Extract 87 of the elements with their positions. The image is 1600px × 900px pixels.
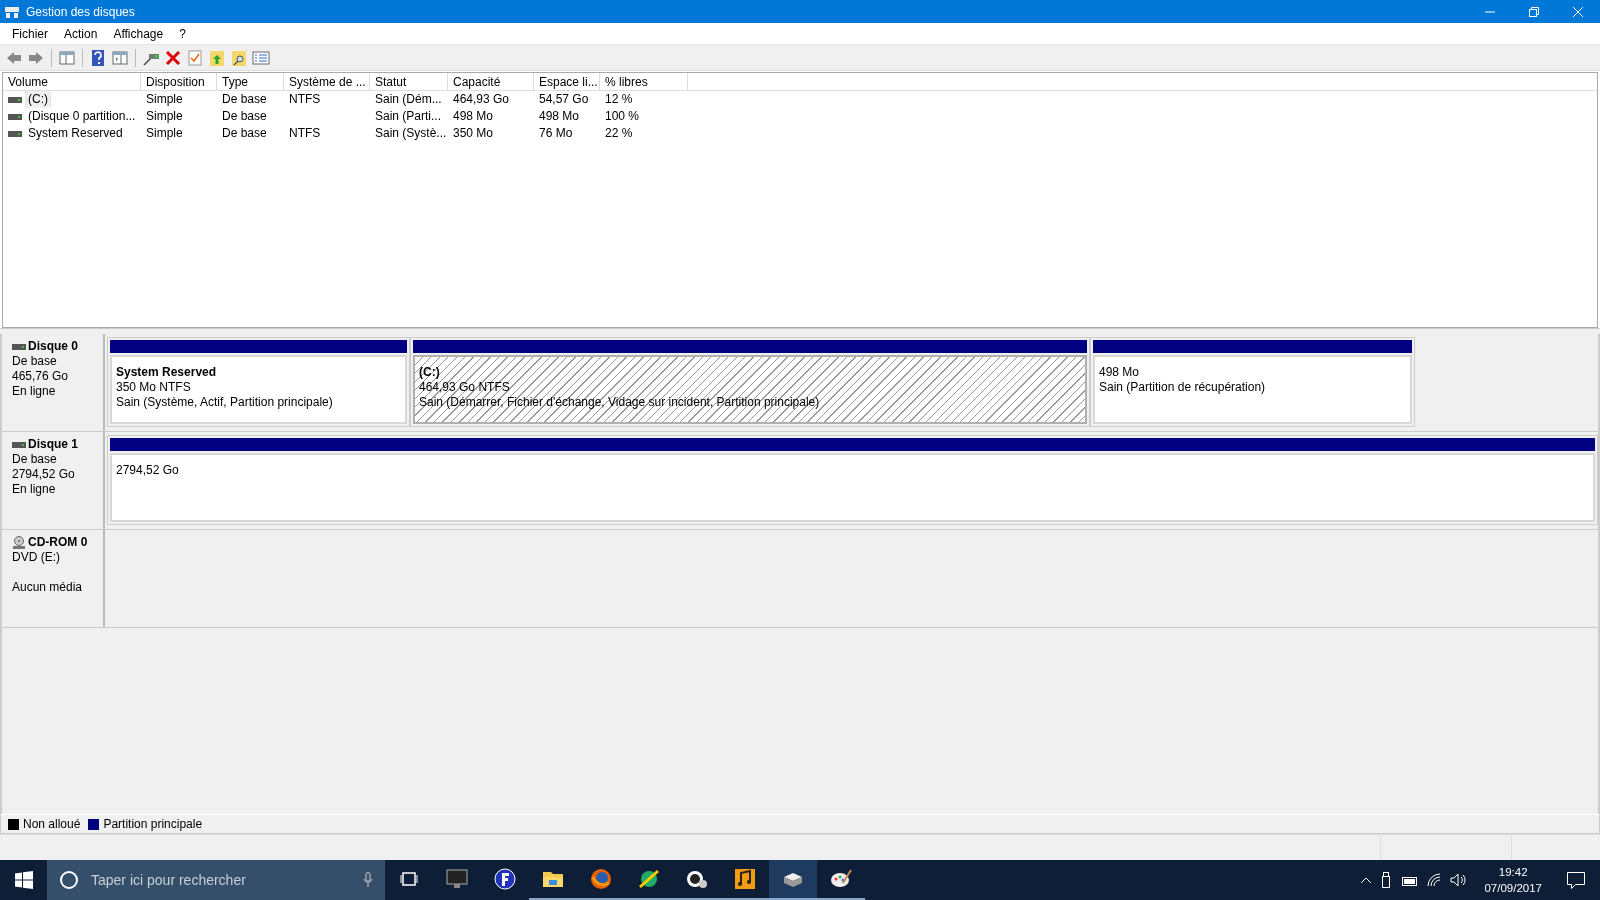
- disk-info: DVD (E:): [12, 550, 60, 564]
- circle-icon: [59, 870, 79, 890]
- disk-info: Aucun média: [12, 580, 83, 594]
- table-cell: De base: [222, 108, 267, 125]
- table-cell: 22 %: [605, 125, 633, 142]
- table-cell: Sain (Parti...: [375, 108, 442, 125]
- windows-logo-icon[interactable]: [14, 871, 33, 889]
- partition-title: (C:): [419, 365, 441, 380]
- table-cell: Simple: [146, 108, 183, 125]
- table-cell: 76 Mo: [539, 125, 573, 142]
- folder-up-icon[interactable]: [208, 48, 226, 67]
- partition-block[interactable]: (C:) 464,93 Go NTFS Sain (Démarrer, Fichier d'échange, Vidage sur incident, Partition principale): [410, 337, 1090, 427]
- window-title: Gestion des disques: [26, 4, 136, 19]
- partition-info: Sain (Partition de récupération): [1099, 380, 1267, 395]
- chevron-up-icon[interactable]: [1360, 876, 1373, 884]
- usb-drive-icon[interactable]: [1380, 872, 1393, 888]
- disk-name: Disque 0: [28, 339, 78, 354]
- menu-item[interactable]: Affichage: [105, 26, 172, 41]
- browser-icon: [589, 867, 613, 891]
- clock[interactable]: 19:42 07/09/2017: [1476, 864, 1550, 896]
- partition-title: System Reserved: [116, 365, 218, 380]
- partition-block[interactable]: 2794,52 Go: [107, 435, 1598, 525]
- table-cell: Simple: [146, 125, 183, 142]
- table-cell: 12 %: [605, 91, 633, 108]
- disk-info: 2794,52 Go: [12, 467, 75, 481]
- drive-label[interactable]: System Reserved: [26, 125, 125, 142]
- speaker-icon[interactable]: [1450, 873, 1469, 887]
- partition-block[interactable]: 498 Mo Sain (Partition de récupération): [1090, 337, 1415, 427]
- wifi-icon[interactable]: [1426, 873, 1443, 887]
- menu-item[interactable]: ?: [171, 26, 194, 41]
- table-cell: 498 Mo: [453, 108, 494, 125]
- table-cell: 498 Mo: [539, 108, 580, 125]
- microphone-icon[interactable]: [363, 872, 373, 888]
- table-cell: Sain (Systè...: [375, 125, 447, 142]
- checklist-icon[interactable]: [186, 48, 204, 67]
- search-field[interactable]: Taper ici pour rechercher: [89, 871, 353, 889]
- table-cell: NTFS: [289, 91, 321, 108]
- globe-icon: [637, 867, 661, 891]
- table-cell: 54,57 Go: [539, 91, 589, 108]
- table-cell: 464,93 Go: [453, 91, 510, 108]
- partition-block[interactable]: System Reserved 350 Mo NTFS Sain (Système, Actif, Partition principale): [107, 337, 410, 427]
- task-view-icon[interactable]: [400, 871, 418, 887]
- partition-info: 498 Mo: [1099, 365, 1141, 380]
- table-cell: NTFS: [289, 125, 321, 142]
- hard-drive-icon: [12, 343, 26, 350]
- disk-info: En ligne: [12, 384, 56, 398]
- menu-item[interactable]: Fichier: [4, 26, 56, 41]
- search-box[interactable]: Taper ici pour rechercher: [47, 860, 385, 900]
- music-icon: [733, 867, 757, 891]
- hard-drive-icon: [8, 130, 22, 137]
- monitor-icon: [445, 867, 469, 891]
- cd-drive-icon: [12, 535, 26, 550]
- drive-label[interactable]: (C:): [26, 91, 50, 108]
- hard-drive-icon: [8, 113, 22, 120]
- partition-info: Sain (Démarrer, Fichier d'échange, Vidage sur incident, Partition principale): [419, 395, 821, 410]
- disk-info: 465,76 Go: [12, 369, 69, 383]
- legend-label: Non alloué: [23, 817, 81, 831]
- disk-name: CD-ROM 0: [28, 535, 88, 550]
- close-icon[interactable]: [1573, 6, 1583, 17]
- menu-item[interactable]: Action: [56, 26, 106, 41]
- delete-icon[interactable]: [164, 48, 182, 67]
- table-cell: Sain (Dém...: [375, 91, 442, 108]
- partition-info: 464,93 Go NTFS: [419, 380, 511, 395]
- letter-circle-icon: [493, 867, 517, 891]
- drive-label[interactable]: (Disque 0 partition...: [26, 108, 138, 125]
- taskbar-app[interactable]: [769, 860, 817, 900]
- partition-info: Sain (Système, Actif, Partition principale): [116, 395, 334, 410]
- table-cell: 350 Mo: [453, 125, 494, 142]
- table-cell: Simple: [146, 91, 183, 108]
- disk-info: En ligne: [12, 482, 56, 496]
- hard-drive-icon: [8, 96, 22, 103]
- partition-info: 350 Mo NTFS: [116, 380, 192, 395]
- table-cell: 100 %: [605, 108, 640, 125]
- folder-search-icon[interactable]: [230, 48, 248, 67]
- partition-info: 2794,52 Go: [116, 463, 180, 478]
- disk-name: Disque 1: [28, 437, 78, 452]
- legend-label: Partition principale: [103, 817, 203, 831]
- restore-icon[interactable]: [1529, 6, 1539, 17]
- disk-info: De base: [12, 354, 57, 368]
- hard-drive-icon: [12, 441, 26, 448]
- table-cell: De base: [222, 125, 267, 142]
- help-icon[interactable]: [89, 48, 107, 67]
- disk-management-icon: [4, 4, 20, 19]
- notification-icon[interactable]: [1566, 871, 1586, 889]
- disk-info: De base: [12, 452, 57, 466]
- battery-icon[interactable]: [1400, 874, 1419, 886]
- table-cell: De base: [222, 91, 267, 108]
